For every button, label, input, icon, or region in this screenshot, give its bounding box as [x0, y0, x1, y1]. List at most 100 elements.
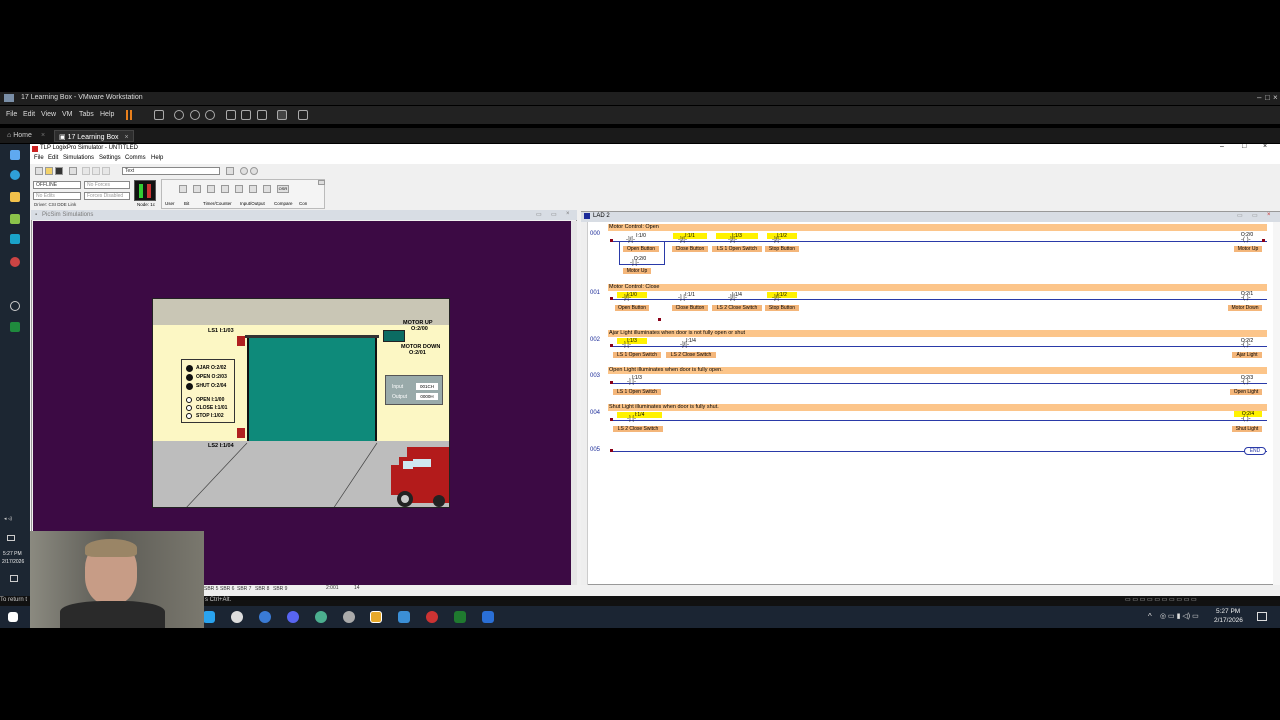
tab-timer-counter[interactable]: Timer/Counter	[203, 201, 232, 206]
edge-icon[interactable]	[10, 170, 20, 180]
xic-contact-icon[interactable]: -] [-	[622, 342, 631, 348]
close-tab-icon[interactable]: ×	[125, 134, 129, 141]
menu-view[interactable]: View	[41, 111, 56, 118]
send-ctrl-alt-del-icon[interactable]	[154, 110, 164, 120]
osr-button[interactable]: OSR	[277, 185, 289, 193]
zoom-in-icon[interactable]	[240, 167, 248, 175]
notifications-icon[interactable]	[1257, 612, 1267, 621]
discord-icon[interactable]	[287, 611, 299, 623]
app-icon-red[interactable]	[426, 611, 438, 623]
app-icon-grey[interactable]	[343, 611, 355, 623]
ladder-minimize-icon[interactable]: ▭	[1237, 212, 1243, 219]
xio-contact-icon[interactable]: -]/[-	[728, 295, 737, 301]
settings-icon[interactable]	[10, 214, 20, 224]
pause-icon[interactable]	[126, 110, 128, 120]
palette-close-icon[interactable]	[318, 180, 325, 185]
xio-contact-icon[interactable]: -]/[-	[622, 295, 631, 301]
print-icon[interactable]	[69, 167, 77, 175]
tab-learning-box[interactable]: ▣ 17 Learning Box ×	[54, 130, 134, 142]
sim-scrollbar[interactable]	[571, 221, 577, 585]
zoom-out-icon[interactable]	[250, 167, 258, 175]
windows-start-icon[interactable]	[8, 612, 18, 622]
xic-contact-icon[interactable]: -] [-	[630, 260, 639, 266]
forces-select[interactable]: No Forces	[84, 181, 130, 189]
find-icon[interactable]	[226, 167, 234, 175]
app-icon-green[interactable]	[315, 611, 327, 623]
sound-icon[interactable]: ◂ ◃)	[4, 516, 12, 522]
menu-vm[interactable]: VM	[62, 111, 73, 118]
snapshot-icon[interactable]	[174, 110, 184, 120]
tab-bit[interactable]: Bit	[184, 201, 189, 206]
app-icon-edge[interactable]	[203, 611, 215, 623]
tab-compare[interactable]: Compare	[274, 201, 293, 206]
open-file-icon[interactable]	[45, 167, 53, 175]
stop-pushbutton[interactable]	[186, 413, 192, 419]
device-status-icons[interactable]: ▭ ▭ ▭ ▭ ▭ ▭ ▭ ▭ ▭ ▭	[1125, 596, 1197, 603]
app-minimize-icon[interactable]: –	[1220, 143, 1224, 150]
app-menu-comms[interactable]: Comms	[125, 155, 146, 161]
thumbnail-icon[interactable]	[241, 110, 251, 120]
copy-icon[interactable]	[92, 167, 100, 175]
output-coil-icon[interactable]: -( )-	[1241, 416, 1251, 422]
close-home-tab-icon[interactable]: ×	[37, 130, 49, 142]
edits-select[interactable]: No Edits	[33, 192, 81, 200]
branch-icon[interactable]	[193, 185, 201, 193]
action-center-icon[interactable]	[10, 575, 18, 582]
app-menu-file[interactable]: File	[34, 155, 44, 161]
ladder-close-icon[interactable]: ×	[1267, 212, 1271, 218]
app-icon-4[interactable]	[10, 234, 20, 244]
status-tab-sbr6[interactable]: SBR 6	[220, 586, 234, 592]
app-icon-browser[interactable]	[259, 611, 271, 623]
xic-contact-icon[interactable]: -] [-	[627, 416, 636, 422]
minimize-icon[interactable]: –	[1257, 93, 1261, 102]
close-pushbutton[interactable]	[186, 405, 192, 411]
stretch-icon[interactable]	[298, 110, 308, 120]
file-explorer-icon[interactable]	[10, 192, 20, 202]
otu-icon[interactable]	[263, 185, 271, 193]
tray-icons[interactable]: ◎ ▭ ▮ ◁) ▭	[1160, 612, 1199, 620]
notification-icon[interactable]	[7, 535, 15, 541]
status-tab-sbr5[interactable]: SBR 5	[204, 586, 218, 592]
windows-start-icon[interactable]	[10, 150, 20, 160]
console-view-icon[interactable]	[277, 110, 287, 120]
close-icon[interactable]: ×	[1273, 93, 1278, 102]
maximize-icon[interactable]: □	[1265, 93, 1270, 102]
output-coil-icon[interactable]: -( )-	[1241, 237, 1251, 243]
revert-snapshot-icon[interactable]	[190, 110, 200, 120]
xio-icon[interactable]	[221, 185, 229, 193]
app-menu-simulations[interactable]: Simulations	[63, 155, 94, 161]
app-icon-terminal[interactable]	[454, 611, 466, 623]
status-tab-sbr7[interactable]: SBR 7	[237, 586, 251, 592]
new-file-icon[interactable]	[35, 167, 43, 175]
tray-chevron-icon[interactable]: ^	[1148, 612, 1152, 621]
snapshot-manager-icon[interactable]	[205, 110, 215, 120]
app-menu-help[interactable]: Help	[151, 155, 163, 161]
vmware-taskbar-icon[interactable]	[370, 611, 382, 623]
save-icon[interactable]	[55, 167, 63, 175]
app-menu-settings[interactable]: Settings	[99, 155, 121, 161]
sim-close-icon[interactable]: ×	[566, 211, 570, 217]
xic-contact-icon[interactable]: -] [-	[678, 295, 687, 301]
app-close-icon[interactable]: ×	[1263, 143, 1267, 150]
paste-icon[interactable]	[102, 167, 110, 175]
xic-contact-icon[interactable]: -] [-	[627, 379, 636, 385]
tab-input-output[interactable]: Input/Output	[240, 201, 265, 206]
app-icon-settings[interactable]	[231, 611, 243, 623]
xio-contact-icon[interactable]: -]/[-	[680, 342, 689, 348]
app-icon-calendar[interactable]	[482, 611, 494, 623]
fullscreen-icon[interactable]	[257, 110, 267, 120]
search-text-input[interactable]: Text	[122, 167, 220, 175]
mode-select[interactable]: OFFLINE	[33, 181, 81, 189]
xio-contact-icon[interactable]: -]/[-	[772, 295, 781, 301]
otl-icon[interactable]	[249, 185, 257, 193]
app-menu-edit[interactable]: Edit	[48, 155, 58, 161]
tab-home[interactable]: ⌂ Home	[3, 130, 36, 142]
status-tab-sbr9[interactable]: SBR 9	[273, 586, 287, 592]
menu-help[interactable]: Help	[100, 111, 114, 118]
menu-tabs[interactable]: Tabs	[79, 111, 94, 118]
ladder-scrollbar[interactable]	[1273, 222, 1280, 585]
forces-disabled-select[interactable]: Forces Disabled	[84, 192, 130, 200]
sim-maximize-icon[interactable]: ▭	[551, 211, 557, 218]
output-coil-icon[interactable]: -( )-	[1241, 342, 1251, 348]
clock-icon[interactable]	[10, 301, 20, 311]
